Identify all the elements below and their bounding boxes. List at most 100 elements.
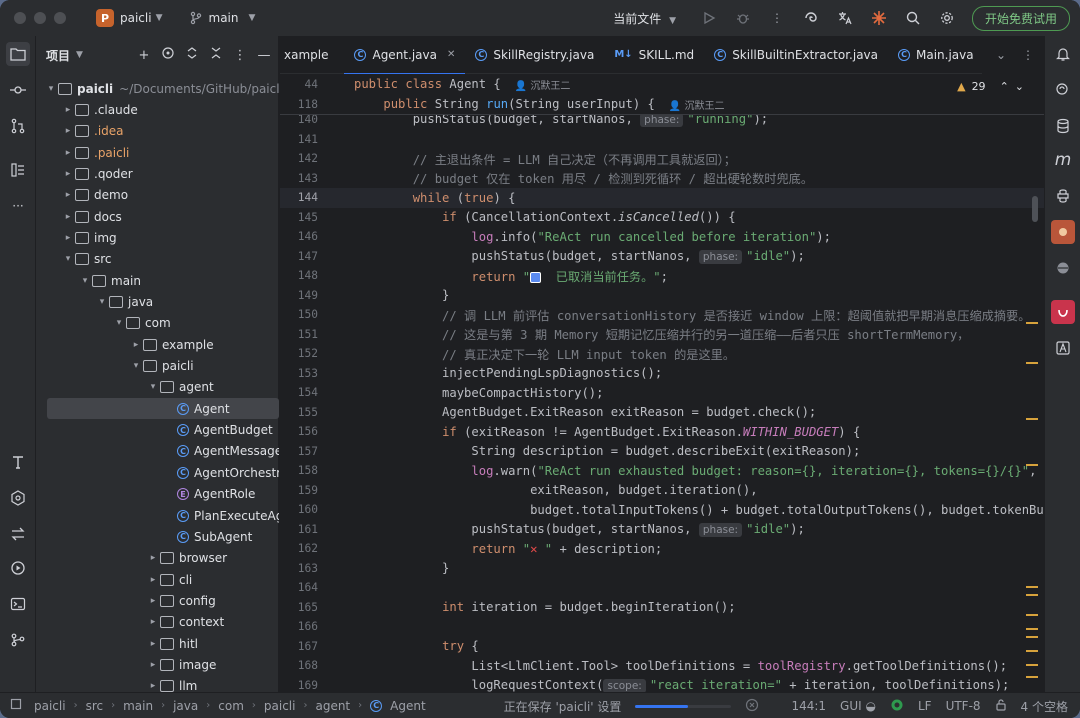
chevron-down-icon[interactable]: ▾	[61, 254, 75, 264]
tree-folder-row[interactable]: ▸ example	[36, 334, 279, 355]
tree-folder-row[interactable]: ▸ .claude	[36, 99, 279, 120]
cancel-task-icon[interactable]	[745, 698, 759, 715]
editor-tab[interactable]: M↓ SKILL.md	[604, 36, 704, 74]
version-control-icon[interactable]	[6, 628, 30, 652]
warning-stripe[interactable]	[1026, 362, 1038, 364]
warning-stripe[interactable]	[1026, 636, 1038, 638]
git-sync-icon[interactable]	[6, 522, 30, 546]
editor-tab[interactable]: C SkillBuiltinExtractor.java	[704, 36, 888, 74]
chevron-right-icon[interactable]: ▸	[61, 105, 75, 115]
code-line[interactable]: 164	[280, 578, 1044, 598]
branch-selector[interactable]: main ▼	[189, 11, 255, 25]
chevron-right-icon[interactable]: ▸	[146, 575, 160, 585]
previous-highlight-icon[interactable]: ⌃	[1000, 80, 1009, 93]
code-line[interactable]: 163 }	[280, 559, 1044, 579]
code-view[interactable]: 44 public class Agent {👤 沉默王二 118 public S…	[280, 74, 1044, 692]
project-folder-icon[interactable]	[6, 42, 30, 66]
minimize-window-button[interactable]	[34, 12, 46, 24]
tree-folder-row[interactable]: ▸ demo	[36, 185, 279, 206]
tree-folder-row[interactable]: ▾ main	[36, 270, 279, 291]
translate-icon[interactable]	[832, 5, 858, 31]
code-line[interactable]: 168 List<LlmClient.Tool> toolDefinitions…	[280, 656, 1044, 676]
sticky-line[interactable]: 118 public String run(String userInput) …	[280, 94, 1044, 114]
code-line[interactable]: 146 log.info("ReAct run cancelled before…	[280, 227, 1044, 247]
code-line[interactable]: 161 pushStatus(budget, startNanos, phase…	[280, 520, 1044, 540]
breadcrumb-item[interactable]: java	[173, 699, 198, 713]
chevron-right-icon[interactable]: ▸	[61, 233, 75, 243]
code-line[interactable]: 155 AgentBudget.ExitReason exitReason = …	[280, 403, 1044, 423]
breadcrumb-item[interactable]: Agent	[390, 699, 426, 713]
chevron-right-icon[interactable]: ▸	[146, 553, 160, 563]
plugin-avatar-icon[interactable]	[1051, 220, 1075, 244]
tree-file-row[interactable]: C PlanExecuteAg	[36, 505, 279, 526]
chevron-right-icon[interactable]: ▸	[61, 126, 75, 136]
hide-panel-icon[interactable]: —	[256, 48, 272, 63]
breadcrumb-item[interactable]: com	[218, 699, 244, 713]
plugin-burst-icon[interactable]	[866, 5, 892, 31]
more-horizontal-icon[interactable]: ···	[6, 194, 30, 218]
run-icon[interactable]	[696, 5, 722, 31]
chevron-right-icon[interactable]: ▸	[61, 212, 75, 222]
tree-folder-row[interactable]: ▸ image	[36, 654, 279, 675]
more-vertical-icon[interactable]: ⋮	[232, 48, 248, 63]
warning-stripe[interactable]	[1026, 594, 1038, 596]
code-line[interactable]: 151 // 这是与第 3 期 Memory 短期记忆压缩并行的另一道压缩——后…	[280, 325, 1044, 345]
start-free-trial-button[interactable]: 开始免费试用	[971, 5, 1070, 31]
chevron-right-icon[interactable]: ▸	[146, 617, 160, 627]
breadcrumb-item[interactable]: paicli	[34, 699, 66, 713]
warning-stripe[interactable]	[1026, 628, 1038, 630]
locate-file-icon[interactable]	[160, 46, 176, 64]
editor-tab[interactable]: C Main.java	[888, 36, 984, 74]
search-icon[interactable]	[900, 5, 926, 31]
file-encoding[interactable]: UTF-8	[946, 699, 981, 713]
collapse-all-icon[interactable]	[208, 46, 224, 64]
editor-tab[interactable]: C Agent.java ✕	[344, 35, 466, 75]
chevron-right-icon[interactable]: ▸	[61, 190, 75, 200]
code-line[interactable]: 162 return "✕ " + description;	[280, 539, 1044, 559]
code-line[interactable]: 158 log.warn("ReAct run exhausted budget…	[280, 461, 1044, 481]
chevron-down-icon[interactable]: ▾	[129, 361, 143, 371]
warning-stripe[interactable]	[1026, 322, 1038, 324]
inspection-widget[interactable]: ▲ 29 ⌃ ⌄	[957, 80, 1024, 93]
project-name[interactable]: paicli	[120, 11, 152, 25]
sticky-line[interactable]: 44 public class Agent {👤 沉默王二	[280, 74, 1044, 94]
editor-tab[interactable]: xample	[280, 36, 344, 74]
code-line[interactable]: 166	[280, 617, 1044, 637]
tree-folder-row[interactable]: ▸ .paicli	[36, 142, 279, 163]
tree-file-row[interactable]: C Agent	[47, 398, 279, 420]
ai-assistant-icon[interactable]	[798, 5, 824, 31]
warning-stripe[interactable]	[1026, 418, 1038, 420]
run-services-icon[interactable]	[6, 556, 30, 580]
tree-file-row[interactable]: C AgentOrchestr	[36, 462, 279, 483]
chevron-right-icon[interactable]: ▸	[146, 681, 160, 691]
code-line[interactable]: 150 // 调 LLM 前评估 conversationHistory 是否接…	[280, 305, 1044, 325]
database-icon[interactable]	[1051, 114, 1075, 138]
breadcrumb-item[interactable]: src	[86, 699, 104, 713]
close-tab-icon[interactable]: ✕	[447, 49, 455, 60]
python-console-icon[interactable]	[1051, 184, 1075, 208]
background-task-text[interactable]: 正在保存 'paicli' 设置	[504, 698, 622, 715]
terminal-icon[interactable]	[6, 592, 30, 616]
line-separator[interactable]: LF	[918, 699, 932, 713]
code-line[interactable]: 143 // budget 仅在 token 用尽 / 检测到死循环 / 超出硬…	[280, 169, 1044, 189]
copilot-icon[interactable]	[1051, 256, 1075, 280]
code-line[interactable]: 149 }	[280, 286, 1044, 306]
text-format-icon[interactable]	[6, 450, 30, 474]
code-line[interactable]: 147 pushStatus(budget, startNanos, phase…	[280, 247, 1044, 267]
code-line[interactable]: 157 String description = budget.describe…	[280, 442, 1044, 462]
font-preview-icon[interactable]	[1051, 336, 1075, 360]
editor-scrollbar[interactable]	[1032, 196, 1038, 222]
debug-icon[interactable]	[730, 5, 756, 31]
tree-file-row[interactable]: C SubAgent	[36, 526, 279, 547]
chevron-right-icon[interactable]: ▸	[61, 148, 75, 158]
run-config-selector[interactable]: 当前文件 ▼	[613, 10, 676, 27]
tree-folder-row[interactable]: ▸ browser	[36, 548, 279, 569]
code-line[interactable]: 153 injectPendingLspDiagnostics();	[280, 364, 1044, 384]
code-line[interactable]: 167 try {	[280, 637, 1044, 657]
warning-stripe[interactable]	[1026, 586, 1038, 588]
chevron-down-icon[interactable]: ▾	[146, 382, 160, 392]
warning-stripe[interactable]	[1026, 614, 1038, 616]
chevron-right-icon[interactable]: ▸	[61, 169, 75, 179]
tree-folder-row[interactable]: ▾ paicli ~/Documents/GitHub/paicli	[36, 78, 279, 99]
editor-tab[interactable]: C SkillRegistry.java	[465, 36, 604, 74]
